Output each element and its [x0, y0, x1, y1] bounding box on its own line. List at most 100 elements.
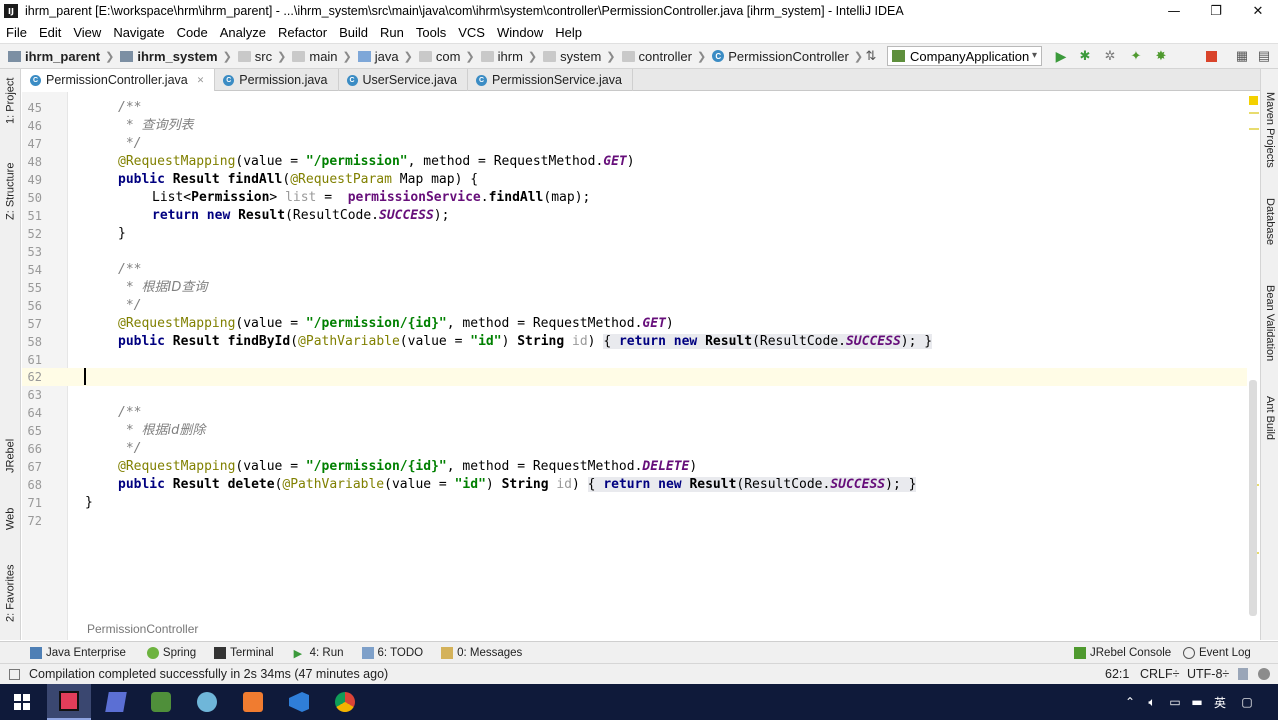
jrebel-console-tool[interactable]: JRebel Console [1074, 646, 1171, 659]
ant-build-tab[interactable]: Ant Build [1262, 387, 1278, 449]
crumb-java[interactable]: java ❯ [357, 49, 413, 64]
close-tab-icon[interactable]: ✕ [197, 75, 205, 86]
maven-projects-tab[interactable]: Maven Projects [1262, 87, 1278, 173]
sort-icon[interactable]: ⇅ [863, 48, 879, 64]
vertical-scrollbar[interactable] [1249, 380, 1257, 616]
current-line[interactable]: 62 [22, 368, 1247, 386]
code-editor[interactable]: 45 /** 46 * 查询列表 47 */ 48 @RequestMapping(… [22, 92, 1260, 640]
java-enterprise-tool[interactable]: Java Enterprise [30, 646, 126, 659]
code-line[interactable]: 65 * 根据id删除 [22, 422, 1247, 440]
code-line[interactable]: 57 @RequestMapping(value = "/permission/{… [22, 315, 1247, 333]
error-stripe-mark[interactable] [1249, 112, 1259, 114]
intellij-app-icon[interactable]: IJ [4, 4, 18, 18]
code-line[interactable]: 49 public Result findAll(@RequestParam Ma… [22, 171, 1247, 189]
event-log-tool[interactable]: Event Log [1183, 646, 1251, 659]
taskbar-app-4[interactable] [185, 684, 229, 720]
code-line[interactable]: 71} [22, 494, 1247, 512]
menu-code[interactable]: Code [171, 25, 214, 40]
status-message[interactable]: Compilation completed successfully in 2s… [29, 667, 388, 681]
taskbar-intellij[interactable] [47, 684, 91, 720]
menu-file[interactable]: File [0, 25, 33, 40]
tab-permission-service[interactable]: C PermissionService.java [468, 69, 633, 91]
code-line[interactable]: 58 public Result findById(@PathVariable(v… [22, 333, 1247, 351]
crumb-ihrm-system[interactable]: ihrm_system ❯ [120, 49, 232, 64]
code-line[interactable]: 55 * 根据ID查询 [22, 279, 1247, 297]
menu-help[interactable]: Help [549, 25, 588, 40]
code-line[interactable]: 66 */ [22, 440, 1247, 458]
bean-validation-tab[interactable]: Bean Validation [1262, 275, 1278, 371]
taskbar-app-5[interactable] [231, 684, 275, 720]
code-line[interactable]: 68 public Result delete(@PathVariable(val… [22, 476, 1247, 494]
battery-icon[interactable]: ▬ [1188, 684, 1206, 720]
crumb-ihrm[interactable]: ihrm ❯ [480, 49, 537, 64]
messages-tool[interactable]: 0: Messages [441, 646, 522, 659]
tab-permission[interactable]: C Permission.java [215, 69, 339, 91]
caret-position[interactable]: 62:1 [1105, 667, 1129, 681]
ime-indicator[interactable]: 英 [1211, 684, 1229, 720]
menu-navigate[interactable]: Navigate [107, 25, 170, 40]
code-line[interactable]: 72 [22, 512, 1247, 530]
crumb-main[interactable]: main ❯ [292, 49, 352, 64]
error-stripe-mark[interactable] [1249, 128, 1259, 130]
run-configuration-select[interactable]: CompanyApplication ▾ [887, 46, 1042, 66]
code-line[interactable]: 61 [22, 351, 1247, 369]
web-tool-tab[interactable]: Web [2, 499, 19, 539]
taskbar-app-2[interactable] [94, 684, 138, 720]
project-structure-icon[interactable]: ▦ [1234, 48, 1250, 64]
code-line[interactable]: 47 */ [22, 135, 1247, 153]
crumb-src[interactable]: src ❯ [237, 49, 286, 64]
crumb-com[interactable]: com ❯ [418, 49, 475, 64]
database-tab[interactable]: Database [1262, 191, 1278, 253]
minimize-button[interactable]: — [1153, 0, 1195, 22]
taskbar-app-3[interactable] [139, 684, 183, 720]
editor-breadcrumb[interactable]: PermissionController [87, 622, 198, 636]
menu-refactor[interactable]: Refactor [272, 25, 333, 40]
network-icon[interactable]: ▭ [1166, 684, 1184, 720]
code-line[interactable]: 48 @RequestMapping(value = "/permission",… [22, 153, 1247, 171]
menu-window[interactable]: Window [491, 25, 549, 40]
run-tool[interactable]: ▶ 4: Run [294, 647, 344, 660]
volume-icon[interactable]: 🔈︎ [1143, 684, 1161, 720]
menu-analyze[interactable]: Analyze [214, 25, 272, 40]
close-button[interactable]: ✕ [1237, 0, 1278, 22]
code-line[interactable]: 64 /** [22, 404, 1247, 422]
jrebel-debug-icon[interactable]: ✸ [1153, 48, 1169, 64]
code-line[interactable]: 51 return new Result(ResultCode.SUCCESS); [22, 207, 1247, 225]
toggle-tool-windows-icon[interactable] [9, 668, 20, 680]
code-line[interactable]: 63 [22, 386, 1247, 404]
jrebel-tool-tab[interactable]: JRebel [2, 431, 19, 481]
stop-icon[interactable] [1203, 48, 1219, 64]
crumb-controller[interactable]: controller ❯ [621, 49, 706, 64]
inspector-icon[interactable] [1258, 668, 1270, 680]
crumb-ihrm-parent[interactable]: ihrm_parent ❯ [8, 49, 114, 64]
code-line[interactable]: 53 [22, 243, 1247, 261]
code-line[interactable]: 46 * 查询列表 [22, 117, 1247, 135]
coverage-icon[interactable]: ✲ [1102, 48, 1118, 64]
menu-edit[interactable]: Edit [33, 25, 67, 40]
jrebel-run-icon[interactable]: ✦ [1128, 48, 1144, 64]
menu-view[interactable]: View [67, 25, 107, 40]
taskbar-vscode[interactable] [277, 684, 321, 720]
tab-user-service[interactable]: C UserService.java [339, 69, 468, 91]
structure-tool-tab[interactable]: Z: Structure [2, 155, 19, 227]
menu-run[interactable]: Run [374, 25, 410, 40]
analysis-status-icon[interactable] [1249, 96, 1258, 105]
line-separator[interactable]: CRLF÷ [1140, 667, 1180, 681]
tray-expand-icon[interactable]: ⌃ [1122, 684, 1138, 720]
debug-icon[interactable]: ✱ [1077, 48, 1093, 64]
menu-tools[interactable]: Tools [410, 25, 452, 40]
notifications-icon[interactable]: ▢ [1238, 684, 1256, 720]
crumb-permission-controller[interactable]: C PermissionController ❯ [712, 49, 863, 64]
todo-tool[interactable]: 6: TODO [361, 646, 423, 659]
maximize-button[interactable]: ❐ [1195, 0, 1237, 22]
menu-build[interactable]: Build [333, 25, 374, 40]
code-line[interactable]: 52} [22, 225, 1247, 243]
taskbar-chrome[interactable] [323, 684, 367, 720]
terminal-tool[interactable]: Terminal [214, 646, 274, 659]
project-tool-tab[interactable]: 1: Project [2, 75, 19, 127]
code-line[interactable]: 56 */ [22, 297, 1247, 315]
run-icon[interactable]: ▶ [1053, 48, 1069, 64]
code-line[interactable]: 50 List<Permission> list = permissionServ… [22, 189, 1247, 207]
crumb-system[interactable]: system ❯ [543, 49, 616, 64]
sdk-icon[interactable]: ▤ [1256, 48, 1272, 64]
